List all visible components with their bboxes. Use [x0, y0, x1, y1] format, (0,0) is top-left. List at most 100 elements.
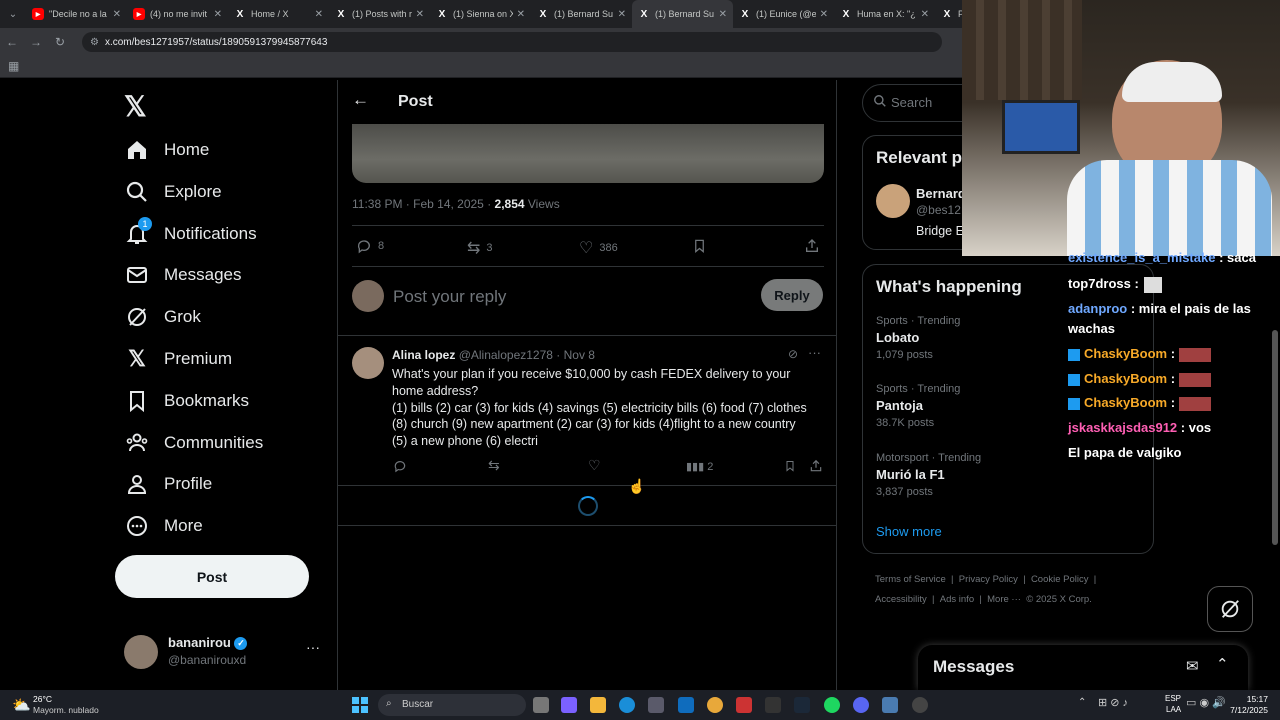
- browser-tab[interactable]: X Home / X ✕: [228, 0, 329, 28]
- windows-start-icon[interactable]: [352, 697, 368, 713]
- tray-icons[interactable]: ⊞ ⊘ ♪: [1098, 696, 1128, 709]
- share-action[interactable]: [804, 238, 820, 259]
- browser-tab[interactable]: X (1) Eunice (@e ✕: [733, 0, 834, 28]
- close-icon[interactable]: ✕: [618, 9, 626, 20]
- task-view-icon[interactable]: [533, 697, 549, 713]
- close-icon[interactable]: ✕: [214, 9, 222, 20]
- close-icon[interactable]: ✕: [315, 9, 323, 20]
- relevant-name[interactable]: Bernard: [916, 186, 966, 201]
- close-icon[interactable]: ✕: [416, 9, 424, 20]
- scrollbar[interactable]: [1272, 330, 1278, 545]
- url-field[interactable]: ⚙ x.com/bes1271957/status/189059137994587…: [82, 32, 942, 52]
- outlook-icon[interactable]: [678, 697, 694, 713]
- footer-link[interactable]: Terms of Service: [875, 574, 946, 585]
- reply-button[interactable]: Reply: [761, 279, 823, 311]
- footer-link[interactable]: Accessibility: [875, 594, 927, 605]
- footer-link[interactable]: Ads info: [940, 594, 974, 605]
- nav-item-communities[interactable]: Communities: [124, 426, 263, 460]
- post-media-image[interactable]: [352, 124, 824, 183]
- browser-tab[interactable]: X (1) Sienna on X ✕: [430, 0, 531, 28]
- nav-item-home[interactable]: Home: [124, 133, 209, 167]
- browser-tab[interactable]: X (1) Posts with r ✕: [329, 0, 430, 28]
- footer-link[interactable]: Cookie Policy: [1031, 574, 1089, 585]
- taskbar-search[interactable]: ⌕ Buscar: [378, 694, 526, 716]
- close-icon[interactable]: ✕: [921, 9, 929, 20]
- language-indicator[interactable]: ESP: [1165, 694, 1181, 703]
- spotify-icon[interactable]: [824, 697, 840, 713]
- nav-item-notifications[interactable]: 1 Notifications: [124, 217, 257, 251]
- reply-icon[interactable]: [393, 459, 407, 478]
- reply-input[interactable]: Post your reply: [393, 287, 506, 307]
- reload-icon[interactable]: ↻: [48, 35, 72, 49]
- nav-item-grok[interactable]: Grok: [124, 300, 201, 334]
- show-more-link[interactable]: Show more: [876, 524, 942, 539]
- discord-icon[interactable]: [853, 697, 869, 713]
- avatar[interactable]: [876, 184, 910, 218]
- app-icon[interactable]: [765, 697, 781, 713]
- site-info-icon[interactable]: ⚙: [90, 37, 99, 48]
- app-icon[interactable]: [882, 697, 898, 713]
- footer-link[interactable]: Privacy Policy: [959, 574, 1018, 585]
- nav-item-premium[interactable]: 𝕏 Premium: [124, 342, 232, 376]
- heart-icon[interactable]: ♡: [588, 457, 601, 474]
- relevant-handle: @bes12: [916, 203, 961, 217]
- grok-icon[interactable]: ⊘: [788, 347, 798, 361]
- grok-floating-button[interactable]: [1207, 586, 1253, 632]
- nav-item-explore[interactable]: Explore: [124, 175, 222, 209]
- store-icon[interactable]: [648, 697, 664, 713]
- browser-tab-active[interactable]: X (1) Bernard Su ✕: [632, 0, 733, 28]
- expand-icon[interactable]: ⌃: [1216, 655, 1229, 673]
- app-icon[interactable]: [736, 697, 752, 713]
- forward-icon[interactable]: →: [24, 35, 48, 49]
- clock-date[interactable]: 7/12/2025: [1220, 705, 1268, 715]
- browser-tab[interactable]: X (1) Bernard Su ✕: [531, 0, 632, 28]
- x-icon: X: [539, 8, 547, 20]
- tab-search-icon[interactable]: ⌄: [0, 9, 26, 20]
- repost-icon[interactable]: ⇆: [488, 457, 500, 474]
- account-switcher[interactable]: bananirou ✓ @bananirouxd ···: [124, 633, 324, 673]
- nav-item-profile[interactable]: Profile: [124, 467, 212, 501]
- avatar[interactable]: [352, 347, 384, 379]
- file-explorer-icon[interactable]: [590, 697, 606, 713]
- new-message-icon[interactable]: ✉: [1186, 657, 1199, 675]
- apps-grid-icon[interactable]: ▦: [8, 59, 19, 73]
- back-arrow-icon[interactable]: ←: [352, 90, 369, 110]
- bookmark-action[interactable]: [692, 238, 707, 259]
- steam-icon[interactable]: [794, 697, 810, 713]
- trend-item[interactable]: Sports · Trending Lobato 1,079 posts: [876, 315, 960, 361]
- browser-tab[interactable]: X Huma en X: "¿ ✕: [834, 0, 935, 28]
- back-icon[interactable]: ←: [0, 35, 24, 49]
- reply-action[interactable]: 8: [356, 238, 384, 254]
- share-icon[interactable]: [809, 459, 823, 478]
- copilot-icon[interactable]: [561, 697, 577, 713]
- reply-author[interactable]: Alina lopez @Alinalopez1278 · Nov 8: [392, 348, 595, 362]
- edge-icon[interactable]: [619, 697, 635, 713]
- close-icon[interactable]: ✕: [820, 9, 828, 20]
- clock-time[interactable]: 15:17: [1220, 694, 1268, 704]
- close-icon[interactable]: ✕: [517, 9, 525, 20]
- repost-action[interactable]: ⇆ 3: [467, 238, 493, 258]
- tray-overflow-icon[interactable]: ⌃: [1078, 697, 1086, 708]
- bookmark-icon[interactable]: [784, 459, 796, 478]
- like-action[interactable]: ♡ 386: [579, 238, 618, 258]
- browser-tab[interactable]: ▶ "Decile no a la ✕: [26, 0, 127, 28]
- trend-item[interactable]: Motorsport · Trending Murió la F1 3,837 …: [876, 452, 981, 498]
- more-icon[interactable]: ···: [808, 345, 821, 360]
- nav-item-more[interactable]: More: [124, 509, 203, 543]
- views-action[interactable]: ▮▮▮ 2: [686, 460, 713, 473]
- weather-icon[interactable]: ⛅: [12, 696, 31, 714]
- close-icon[interactable]: ✕: [113, 9, 121, 20]
- post-button[interactable]: Post: [115, 555, 309, 598]
- trend-item[interactable]: Sports · Trending Pantoja 38.7K posts: [876, 383, 960, 429]
- close-icon[interactable]: ✕: [719, 9, 727, 20]
- x-logo-icon[interactable]: 𝕏: [124, 90, 147, 123]
- app-icon[interactable]: [912, 697, 928, 713]
- nav-item-bookmarks[interactable]: Bookmarks: [124, 384, 249, 418]
- footer-link[interactable]: More ···: [987, 594, 1021, 605]
- account-more-icon[interactable]: ···: [306, 639, 320, 655]
- browser-tab[interactable]: ▶ (4) no me invit ✕: [127, 0, 228, 28]
- x-icon: X: [741, 8, 749, 20]
- nav-item-messages[interactable]: Messages: [124, 258, 241, 292]
- messages-drawer[interactable]: Messages ✉ ⌃: [918, 645, 1248, 690]
- chrome-icon[interactable]: [707, 697, 723, 713]
